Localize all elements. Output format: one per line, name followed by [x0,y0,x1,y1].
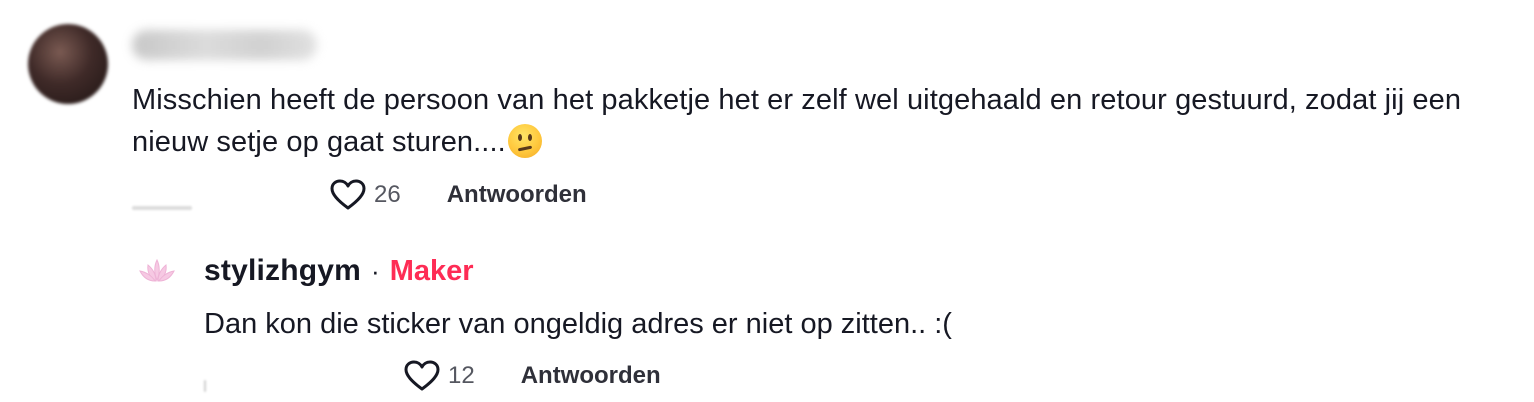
like-button[interactable]: 26 [330,179,401,211]
heart-icon[interactable] [404,360,440,392]
comment-text: Misschien heeft de persoon van het pakke… [132,79,1527,163]
comment-actions: 26 Antwoorden [132,179,587,211]
confused-face-emoji-icon [507,124,542,158]
comment-body: Misschien heeft de persoon van het pakke… [132,84,1462,158]
reply-header: stylizhgym · Maker [204,250,474,292]
reply-button[interactable]: Antwoorden [521,362,661,390]
like-button[interactable]: 12 [404,360,475,392]
separator-dot: · [371,255,380,286]
avatar[interactable] [28,24,108,104]
reply-avatar[interactable] [137,256,177,286]
reply-username[interactable]: stylizhgym [204,254,361,288]
reply-button[interactable]: Antwoorden [447,181,587,209]
blurred-date [204,380,206,392]
reply-text: Dan kon die sticker van ongeldig adres e… [204,308,952,340]
like-count: 26 [374,181,401,208]
creator-badge: Maker [389,254,474,287]
heart-icon[interactable] [330,179,366,211]
blurred-username[interactable] [132,30,317,60]
reply-actions: 12 Antwoorden [204,360,661,392]
blurred-date [132,206,192,210]
like-count: 12 [448,362,475,389]
